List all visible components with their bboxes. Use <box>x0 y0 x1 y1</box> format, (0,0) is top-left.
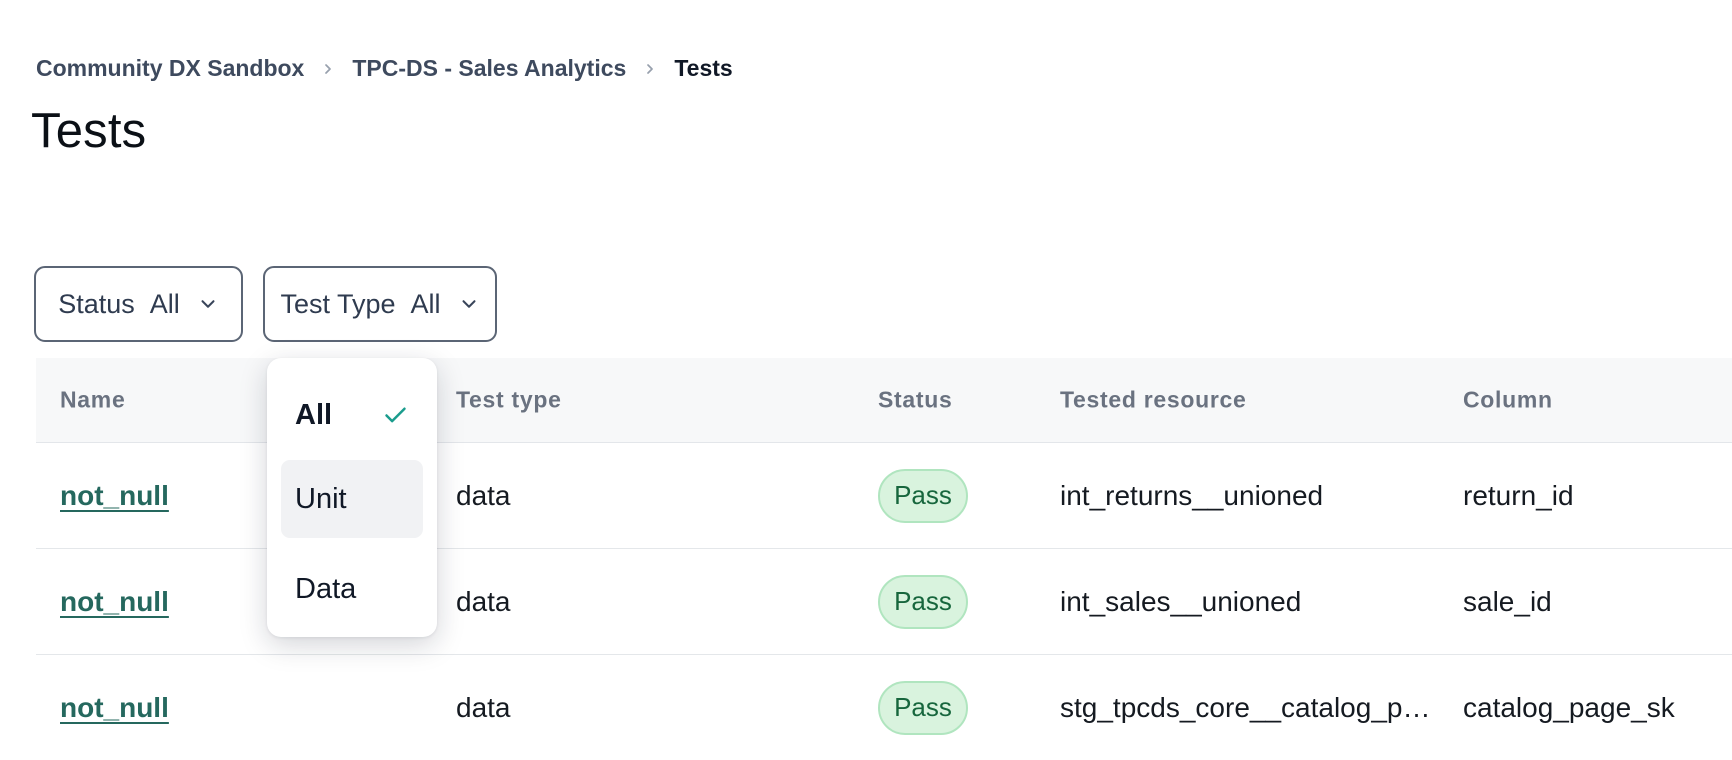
dropdown-option-label: Data <box>295 573 356 606</box>
tested-resource-cell: stg_tpcds_core__catalog_p… <box>1060 692 1430 724</box>
test-type-filter-button[interactable]: Test Type All <box>263 266 497 342</box>
test-name-link[interactable]: not_null <box>60 586 169 618</box>
test-type-dropdown-menu: All Unit Data <box>267 358 437 637</box>
column-header-name: Name <box>60 387 125 414</box>
status-badge: Pass <box>878 469 968 523</box>
chevron-right-icon <box>320 61 336 77</box>
dropdown-option-all[interactable]: All <box>281 378 423 452</box>
breadcrumb-item-tests: Tests <box>674 55 732 82</box>
status-filter-button[interactable]: Status All <box>34 266 243 342</box>
dropdown-option-label: Unit <box>295 483 347 516</box>
breadcrumb-item-project[interactable]: TPC-DS - Sales Analytics <box>352 55 626 82</box>
check-icon <box>382 402 409 429</box>
chevron-right-icon <box>642 61 658 77</box>
column-header-test-type: Test type <box>456 387 562 414</box>
filter-bar: Status All Test Type All <box>34 266 497 342</box>
column-header-tested-resource: Tested resource <box>1060 387 1246 414</box>
table-row: not_null data Pass stg_tpcds_core__catal… <box>36 655 1732 760</box>
page-title: Tests <box>31 103 146 159</box>
dropdown-option-data[interactable]: Data <box>281 554 423 624</box>
test-name-link[interactable]: not_null <box>60 480 169 512</box>
column-header-status: Status <box>878 387 953 414</box>
test-type-cell: data <box>456 586 511 618</box>
chevron-down-icon <box>458 293 480 315</box>
column-cell: sale_id <box>1463 586 1552 618</box>
status-filter-value: All <box>150 289 180 320</box>
tested-resource-cell: int_sales__unioned <box>1060 586 1301 618</box>
dropdown-option-unit[interactable]: Unit <box>281 460 423 538</box>
column-cell: return_id <box>1463 480 1574 512</box>
status-badge: Pass <box>878 575 968 629</box>
tested-resource-cell: int_returns__unioned <box>1060 480 1323 512</box>
column-cell: catalog_page_sk <box>1463 692 1675 724</box>
breadcrumb: Community DX Sandbox TPC-DS - Sales Anal… <box>36 55 733 82</box>
test-type-cell: data <box>456 480 511 512</box>
chevron-down-icon <box>197 293 219 315</box>
column-header-column: Column <box>1463 387 1553 414</box>
test-name-link[interactable]: not_null <box>60 692 169 724</box>
test-type-filter-value: All <box>411 289 441 320</box>
breadcrumb-item-workspace[interactable]: Community DX Sandbox <box>36 55 304 82</box>
status-badge: Pass <box>878 681 968 735</box>
test-type-filter-label: Test Type <box>280 289 395 320</box>
status-filter-label: Status <box>58 289 135 320</box>
test-type-cell: data <box>456 692 511 724</box>
dropdown-option-label: All <box>295 399 332 432</box>
tests-page: { "breadcrumb": { "items": ["Community D… <box>0 0 1732 756</box>
